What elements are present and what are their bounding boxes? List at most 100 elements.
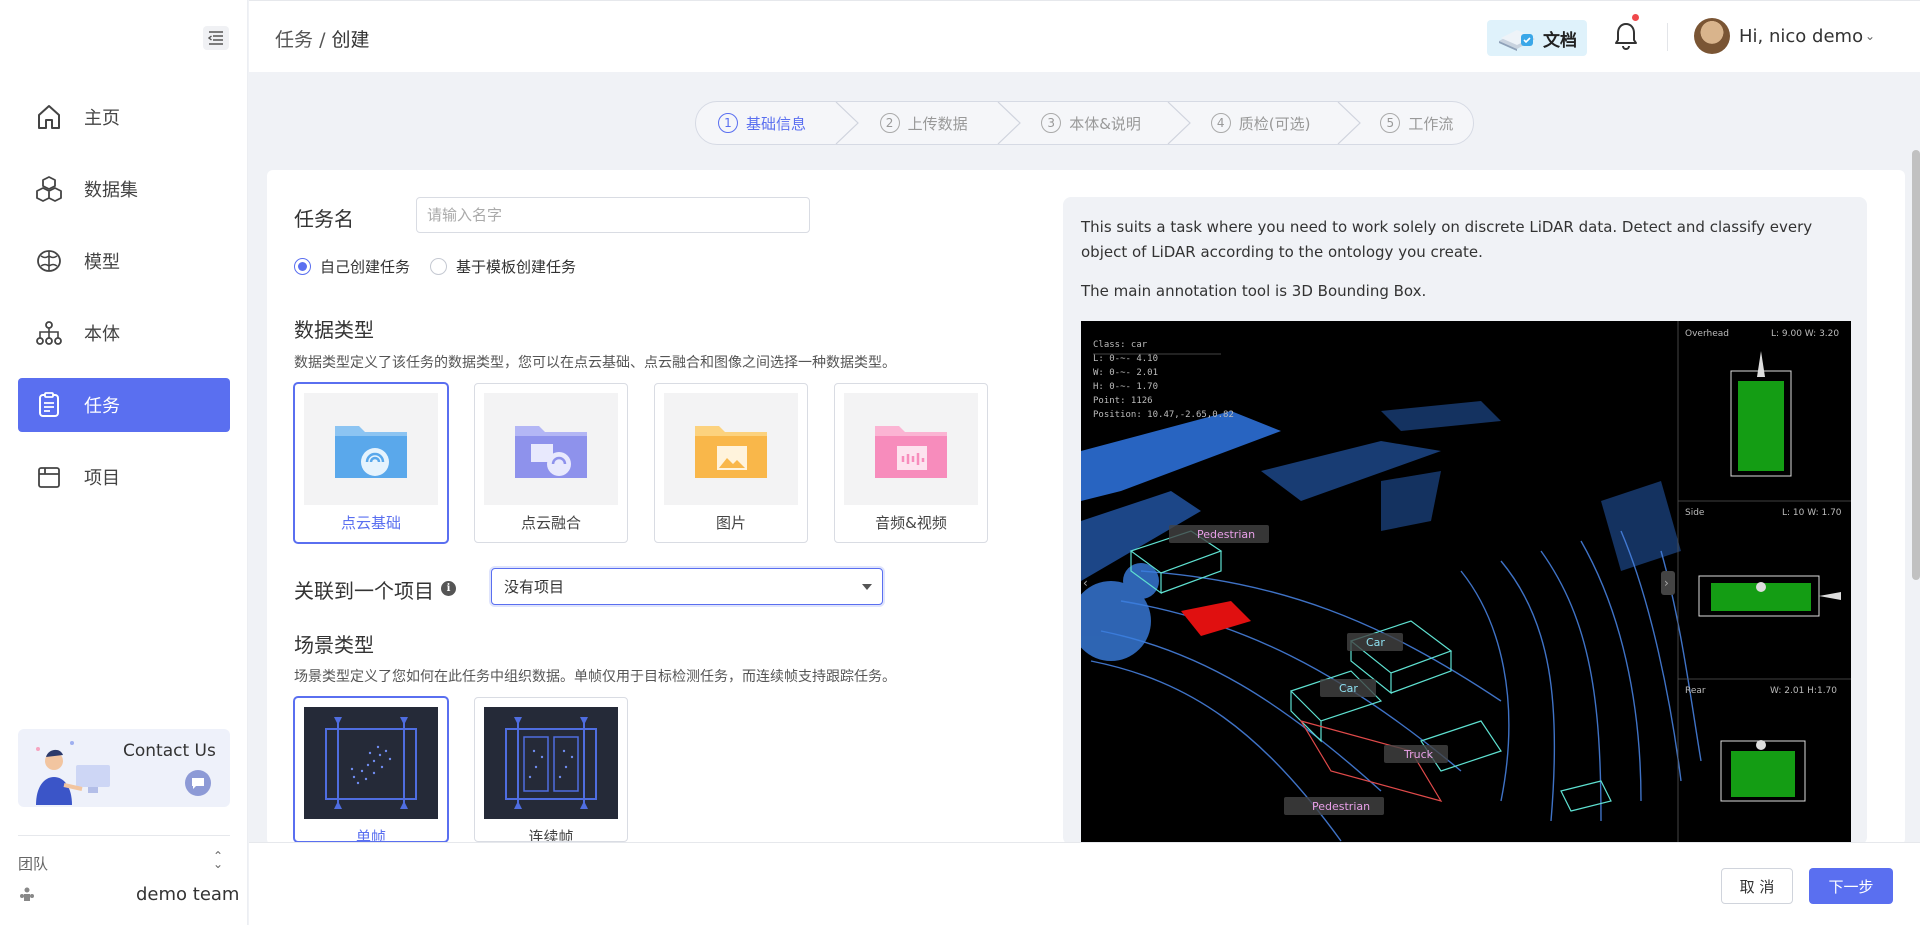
page-scrollbar[interactable]: [1912, 150, 1920, 580]
data-type-audio-video[interactable]: 音频&视频: [834, 383, 988, 543]
team-name[interactable]: demo team: [136, 884, 239, 905]
breadcrumb-parent[interactable]: 任务: [275, 29, 313, 51]
sidebar-item-ontology[interactable]: 本体: [18, 306, 230, 360]
sidebar-item-model[interactable]: 模型: [18, 234, 230, 288]
scene-type-title: 场景类型: [294, 633, 374, 657]
data-type-label: 点云融合: [520, 514, 581, 532]
lidar-info-line: H: 0-~- 1.70: [1093, 382, 1158, 392]
radio-self-create[interactable]: 自己创建任务: [294, 256, 410, 277]
next-step-button[interactable]: 下一步: [1809, 868, 1893, 904]
scene-type-single-frame[interactable]: 单帧: [294, 697, 448, 842]
docs-label: 文档: [1543, 30, 1577, 51]
lidar-label-pedestrian: Pedestrian: [1197, 528, 1255, 541]
lidar-label-pedestrian: Pedestrian: [1312, 800, 1370, 813]
step-upload-data[interactable]: 2 上传数据: [842, 102, 1004, 144]
preview-description: This suits a task where you need to work…: [1081, 218, 1813, 261]
bell-icon[interactable]: [1613, 21, 1639, 51]
step-basic-info[interactable]: 1 基础信息: [696, 102, 842, 144]
radio-label: 基于模板创建任务: [456, 258, 577, 276]
dataset-icon: [34, 174, 64, 204]
collapse-sidebar-icon[interactable]: [203, 26, 229, 50]
data-type-label: 音频&视频: [875, 514, 947, 532]
breadcrumb: 任务 / 创建: [275, 25, 370, 52]
project-select[interactable]: 没有项目: [491, 568, 883, 605]
task-icon: [34, 390, 64, 420]
chat-icon: [185, 770, 211, 796]
top-header: 任务 / 创建 文档 Hi, nico demo ⌄: [249, 0, 1920, 72]
sidebar-item-project[interactable]: 项目: [18, 450, 230, 504]
step-separator-icon: [835, 102, 859, 144]
overhead-view-label: Overhead: [1685, 329, 1729, 339]
chevron-down-icon[interactable]: ⌄: [1865, 29, 1875, 43]
fusion-folder-icon: [484, 393, 618, 505]
sidebar: 主页 数据集 模型 本体 任务 项目 Contact Us 团队 ⌃ ⌄ dem…: [0, 0, 248, 925]
step-number: 4: [1210, 113, 1231, 133]
sidebar-item-label: 主页: [84, 108, 120, 129]
task-name-input[interactable]: [416, 197, 810, 233]
lidar-info-line: Point: 1126: [1093, 396, 1153, 406]
step-label: 上传数据: [907, 114, 968, 133]
team-icon: [20, 887, 34, 901]
scene-type-label: 连续帧: [528, 828, 574, 842]
avatar[interactable]: [1694, 18, 1730, 54]
lidar-info-line: L: 0-~- 4.10: [1093, 354, 1158, 364]
overhead-view-dims: L: 9.00 W: 3.20: [1771, 329, 1839, 339]
step-ontology[interactable]: 3 本体&说明: [1003, 102, 1173, 144]
radio-template-create[interactable]: 基于模板创建任务: [430, 256, 576, 277]
scene-type-label: 单帧: [355, 828, 386, 842]
lidar-preview-image: Class: car L: 0-~- 4.10 W: 0-~- 2.01 H: …: [1081, 321, 1851, 845]
home-icon: [34, 102, 64, 132]
side-view-dims: L: 10 W: 1.70: [1782, 508, 1842, 518]
project-icon: [34, 462, 64, 492]
data-type-title: 数据类型: [294, 318, 374, 342]
user-name: nico demo: [1769, 26, 1864, 47]
pointcloud-folder-icon: [304, 393, 438, 505]
support-illustration-icon: [36, 741, 110, 805]
radio-checked-icon: [294, 258, 311, 275]
lidar-label-car: Car: [1366, 636, 1385, 649]
lidar-label-car: Car: [1339, 682, 1358, 695]
docs-button[interactable]: 文档: [1487, 20, 1587, 56]
preview-tool-note: The main annotation tool is 3D Bounding …: [1081, 282, 1427, 300]
radio-label: 自己创建任务: [320, 258, 411, 276]
data-type-description: 数据类型定义了该任务的数据类型，您可以在点云基础、点云融合和图像之间选择一种数据…: [294, 355, 896, 371]
project-label: 关联到一个项目: [294, 579, 434, 603]
team-label: 团队: [18, 855, 49, 873]
step-label: 质检(可选): [1238, 114, 1311, 133]
rear-view-dims: W: 2.01 H:1.70: [1770, 686, 1837, 696]
sidebar-item-home[interactable]: 主页: [18, 90, 230, 144]
task-name-label: 任务名: [294, 207, 354, 231]
data-type-image[interactable]: 图片: [654, 383, 808, 543]
step-number: 5: [1380, 113, 1401, 133]
contact-us-card[interactable]: Contact Us: [18, 729, 230, 807]
data-type-label: 图片: [715, 514, 746, 532]
data-type-pointcloud-basic[interactable]: 点云基础: [294, 383, 448, 543]
cancel-button[interactable]: 取 消: [1721, 868, 1793, 904]
scene-type-continuous-frames[interactable]: 连续帧: [474, 697, 628, 842]
step-quality-check[interactable]: 4 质检(可选): [1173, 102, 1343, 144]
breadcrumb-current: 创建: [331, 29, 370, 51]
data-type-pointcloud-fusion[interactable]: 点云融合: [474, 383, 628, 543]
breadcrumb-separator: /: [319, 29, 326, 51]
user-greeting: Hi,: [1739, 26, 1764, 47]
book-icon: [1499, 30, 1535, 51]
sidebar-item-task[interactable]: 任务: [18, 378, 230, 432]
sidebar-item-dataset[interactable]: 数据集: [18, 162, 230, 216]
team-switch-icon[interactable]: ⌃ ⌄: [213, 850, 223, 870]
sidebar-item-label: 本体: [84, 324, 120, 345]
project-select-value: 没有项目: [504, 578, 565, 596]
svg-text:‹: ‹: [1083, 576, 1088, 590]
model-icon: [34, 246, 64, 276]
data-type-label: 点云基础: [340, 514, 401, 532]
form-footer: 取 消 下一步: [249, 842, 1920, 925]
step-label: 工作流: [1408, 114, 1454, 133]
ontology-icon: [34, 318, 64, 348]
notification-dot: [1632, 14, 1639, 21]
lidar-info-line: Class: car: [1093, 340, 1148, 350]
single-frame-icon: [304, 707, 438, 819]
svg-text:›: ›: [1664, 576, 1669, 590]
radio-unchecked-icon: [430, 258, 448, 275]
step-number: 2: [879, 113, 900, 133]
user-menu[interactable]: Hi, nico demo: [1739, 26, 1863, 47]
info-icon[interactable]: i: [441, 581, 456, 596]
